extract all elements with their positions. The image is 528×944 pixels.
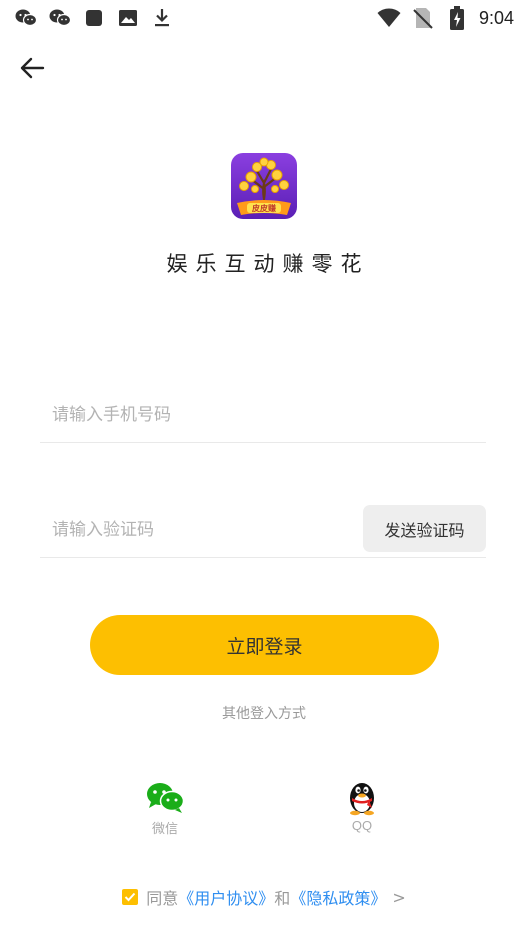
status-left-icons — [14, 6, 174, 30]
wechat-icon — [48, 6, 72, 30]
agreement-and: 和 — [274, 889, 291, 908]
status-right-icons: 9:04 — [377, 6, 514, 30]
qq-login-button[interactable]: QQ — [322, 778, 402, 833]
code-input[interactable] — [52, 502, 352, 558]
privacy-policy-link[interactable]: 《隐私政策》 — [290, 885, 386, 909]
arrow-left-icon — [19, 57, 45, 83]
wechat-label: 微信 — [151, 821, 178, 836]
phone-field — [40, 387, 486, 443]
user-agreement-link[interactable]: 《用户协议》 — [178, 885, 274, 909]
code-field: 发送验证码 — [40, 502, 486, 558]
login-button[interactable]: 立即登录 — [90, 615, 439, 675]
agreement-prefix: 同意 — [146, 889, 179, 908]
qq-penguin-icon — [342, 778, 382, 816]
download-icon — [150, 6, 174, 30]
logo-text: 皮皮赚 — [252, 204, 276, 213]
check-icon — [125, 892, 136, 902]
other-login-title: 其他登入方式 — [222, 706, 306, 722]
status-time: 9:04 — [478, 7, 514, 28]
no-sim-icon — [411, 6, 435, 30]
qq-label: QQ — [351, 818, 373, 833]
agreement-checkbox[interactable] — [122, 889, 139, 905]
phone-input[interactable] — [52, 387, 352, 443]
send-code-button[interactable]: 发送验证码 — [363, 505, 486, 552]
wechat-icon — [145, 778, 185, 816]
app-name: 娱乐互动赚零花 — [166, 252, 370, 276]
wechat-icon — [14, 6, 38, 30]
battery-charging-icon — [445, 6, 469, 30]
wifi-icon — [377, 6, 401, 30]
image-icon — [116, 6, 140, 30]
chevron-right-icon[interactable]: > — [392, 888, 405, 907]
square-icon — [82, 6, 106, 30]
wechat-login-button[interactable]: 微信 — [125, 778, 205, 837]
agreement-row: 同意 《用户协议》 和 《隐私政策》 > — [0, 885, 528, 909]
back-button[interactable] — [14, 52, 50, 88]
status-bar: 9:04 — [0, 0, 528, 36]
